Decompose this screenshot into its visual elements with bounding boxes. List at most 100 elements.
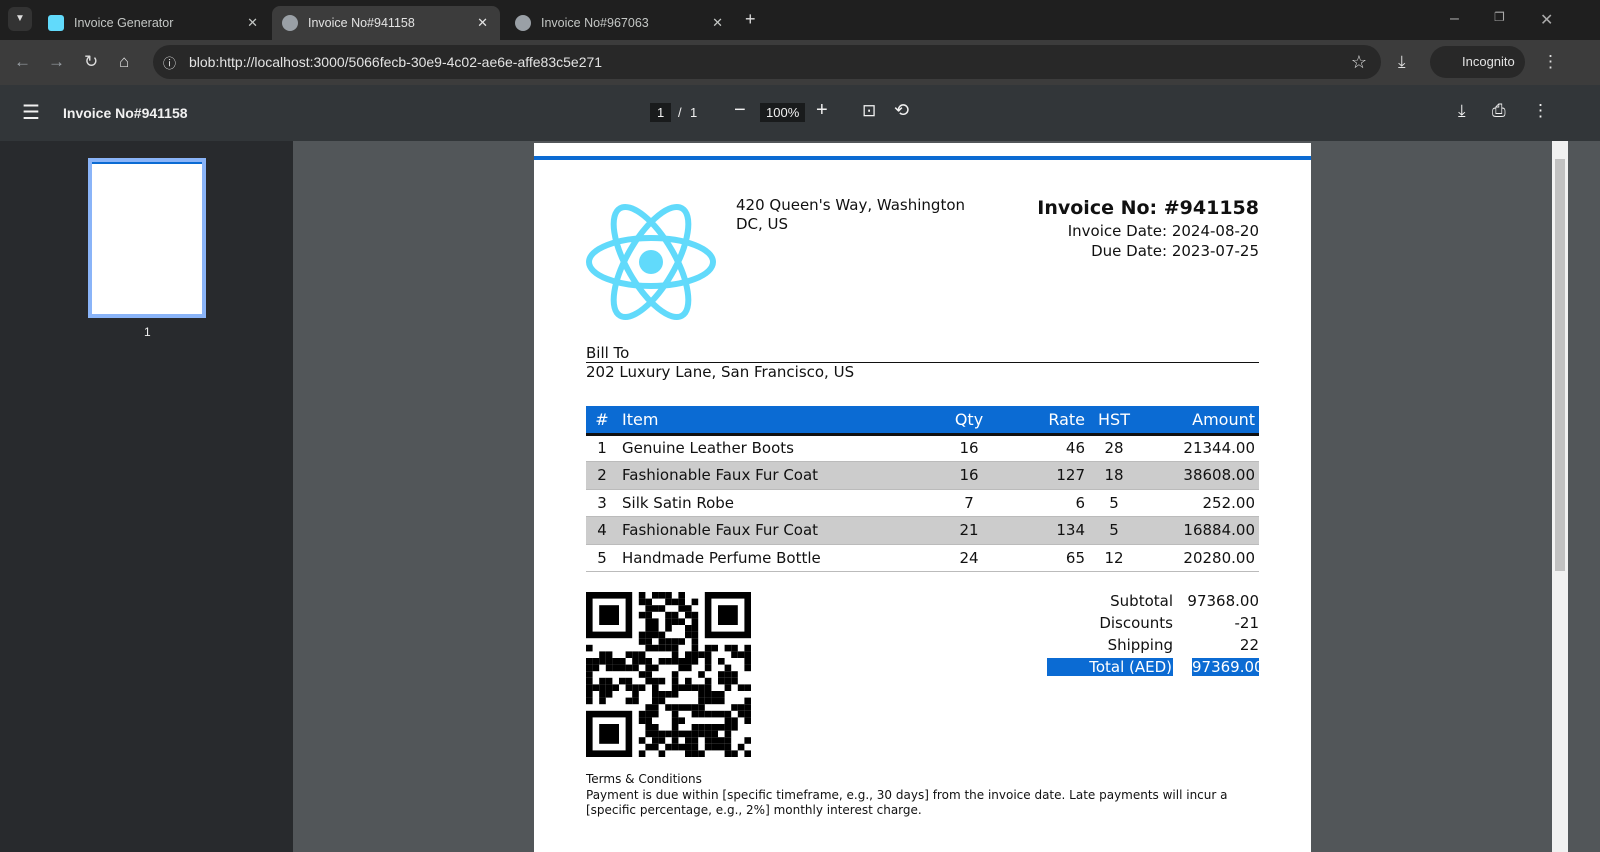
forward-icon[interactable]: → <box>48 52 65 72</box>
tab-invoice-941158[interactable]: Invoice No#941158 ✕ <box>272 6 500 40</box>
site-info-icon[interactable]: ⓘ <box>163 53 176 72</box>
back-icon[interactable]: ← <box>14 52 31 72</box>
terms-text: Payment is due within [specific timefram… <box>586 788 1228 817</box>
row-item: Genuine Leather Boots <box>618 434 929 462</box>
page-number-input[interactable]: 1 <box>650 103 672 122</box>
invoice-number: Invoice No: #941158 <box>1037 197 1259 219</box>
bookmark-star-icon[interactable]: ☆ <box>1351 52 1367 73</box>
row-number: 3 <box>586 489 618 517</box>
row-rate: 65 <box>1009 544 1089 572</box>
react-icon <box>48 15 64 31</box>
bill-to-label: Bill To <box>586 344 1259 363</box>
shipping-value: 22 <box>1239 636 1259 654</box>
page-count: 1 <box>690 105 698 120</box>
zoom-out-button[interactable]: − <box>734 99 746 122</box>
row-amount: 38608.00 <box>1139 461 1259 490</box>
row-item: Fashionable Faux Fur Coat <box>618 461 929 490</box>
col-header-rate: Rate <box>1009 406 1089 436</box>
new-tab-button[interactable]: + <box>745 9 756 30</box>
print-icon[interactable]: ⎙ <box>1492 101 1506 121</box>
subtotal-value: 97368.00 <box>1187 592 1259 610</box>
zoom-in-button[interactable]: + <box>816 99 828 122</box>
row-amount: 20280.00 <box>1139 544 1259 572</box>
row-qty: 7 <box>929 489 1009 517</box>
globe-icon <box>282 15 298 31</box>
shipping-label: Shipping <box>1107 636 1173 654</box>
row-amount: 252.00 <box>1139 489 1259 517</box>
globe-icon <box>515 15 531 31</box>
row-hst: 28 <box>1089 434 1139 462</box>
tab-invoice-generator[interactable]: Invoice Generator ✕ <box>38 6 270 40</box>
tab-label: Invoice No#941158 <box>308 16 415 30</box>
react-logo <box>586 203 716 321</box>
row-number: 2 <box>586 461 618 490</box>
row-qty: 16 <box>929 461 1009 490</box>
restore-button[interactable]: ❐ <box>1494 10 1505 24</box>
menu-icon[interactable]: ⋮ <box>1542 52 1559 72</box>
table-row: 4 Fashionable Faux Fur Coat 21 134 5 16884.00 <box>586 516 1259 545</box>
thumbnail-label: 1 <box>144 325 151 339</box>
close-tab-icon[interactable]: ✕ <box>477 15 488 31</box>
tab-strip: ▼ Invoice Generator ✕ Invoice No#941158 ✕ … <box>0 0 1600 40</box>
row-number: 5 <box>586 544 618 572</box>
subtotal-label: Subtotal <box>1110 592 1173 610</box>
row-hst: 12 <box>1089 544 1139 572</box>
row-item: Silk Satin Robe <box>618 489 929 517</box>
terms-title: Terms & Conditions <box>586 772 702 786</box>
page-separator: / <box>678 105 682 120</box>
downloads-icon[interactable]: ⤓ <box>1398 52 1406 72</box>
row-rate: 127 <box>1009 461 1089 490</box>
more-actions-icon[interactable]: ⋮ <box>1532 101 1549 121</box>
home-icon[interactable]: ⌂ <box>119 52 129 72</box>
url-text: blob:http://localhost:3000/5066fecb-30e9… <box>189 54 603 70</box>
tab-label: Invoice No#967063 <box>541 16 649 30</box>
incognito-badge[interactable]: Incognito <box>1430 46 1525 78</box>
zoom-input[interactable]: 100% <box>760 103 806 122</box>
row-hst: 5 <box>1089 516 1139 545</box>
bill-to-address: 202 Luxury Lane, San Francisco, US <box>586 363 855 381</box>
col-header-qty: Qty <box>929 406 1009 436</box>
url-input[interactable]: ⓘ blob:http://localhost:3000/5066fecb-30… <box>153 45 1381 79</box>
thumbnail-sidebar: 1 <box>0 141 293 852</box>
row-number: 1 <box>586 434 618 462</box>
col-header-number: # <box>586 406 618 436</box>
reload-icon[interactable]: ↻ <box>84 52 98 72</box>
scrollbar[interactable] <box>1552 141 1568 852</box>
download-icon[interactable]: ⤓ <box>1458 101 1466 121</box>
minimize-button[interactable]: – <box>1450 10 1459 28</box>
profile-label: Incognito <box>1462 54 1515 69</box>
row-rate: 6 <box>1009 489 1089 517</box>
col-header-amount: Amount <box>1139 406 1259 436</box>
row-rate: 46 <box>1009 434 1089 462</box>
col-header-hst: HST <box>1089 406 1139 436</box>
row-amount: 16884.00 <box>1139 516 1259 545</box>
scrollbar-thumb[interactable] <box>1555 159 1565 571</box>
tab-label: Invoice Generator <box>74 16 174 30</box>
invoice-page: 420 Queen's Way, Washington DC, US Invoi… <box>534 143 1311 852</box>
discounts-value: -21 <box>1234 614 1260 632</box>
total-value: 97369.00 <box>1192 658 1264 676</box>
close-window-button[interactable]: ✕ <box>1540 10 1553 30</box>
discounts-label: Discounts <box>1099 614 1173 632</box>
close-tab-icon[interactable]: ✕ <box>712 15 723 31</box>
page-thumbnail[interactable] <box>88 158 206 318</box>
qr-code <box>586 592 751 757</box>
document-title: Invoice No#941158 <box>63 105 188 121</box>
rotate-icon[interactable]: ⟲ <box>894 100 909 121</box>
row-hst: 5 <box>1089 489 1139 517</box>
close-tab-icon[interactable]: ✕ <box>247 15 258 31</box>
due-date: Due Date: 2023-07-25 <box>1091 242 1259 260</box>
row-rate: 134 <box>1009 516 1089 545</box>
pdf-toolbar: ☰ Invoice No#941158 1 / 1 − 100% + ⊡ ⟲ ⤓… <box>0 85 1600 141</box>
total-label: Total (AED) <box>1047 658 1173 676</box>
row-hst: 18 <box>1089 461 1139 490</box>
fit-page-icon[interactable]: ⊡ <box>862 101 876 121</box>
row-item: Handmade Perfume Bottle <box>618 544 929 572</box>
tab-search-button[interactable]: ▼ <box>8 7 32 31</box>
tab-invoice-967063[interactable]: Invoice No#967063 ✕ <box>505 6 735 40</box>
row-qty: 21 <box>929 516 1009 545</box>
table-row: 1 Genuine Leather Boots 16 46 28 21344.00 <box>586 434 1259 462</box>
row-number: 4 <box>586 516 618 545</box>
hamburger-menu-icon[interactable]: ☰ <box>22 100 40 125</box>
row-item: Fashionable Faux Fur Coat <box>618 516 929 545</box>
